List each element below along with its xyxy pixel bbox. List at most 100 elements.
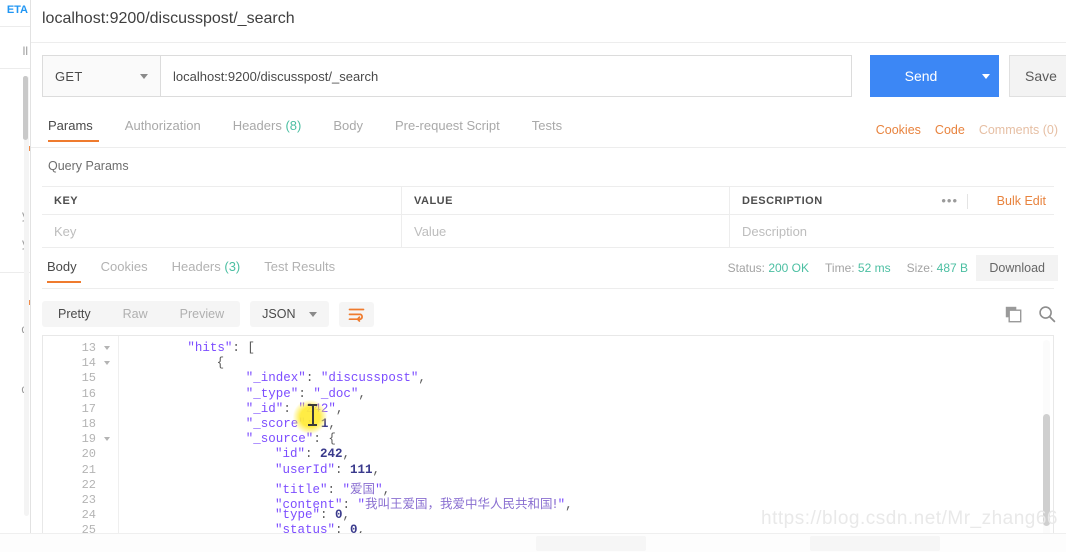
request-title: localhost:9200/discusspost/_search (42, 10, 295, 27)
language-select[interactable]: JSON (250, 301, 330, 327)
line-number: 20 (81, 447, 96, 462)
sidebar-scroll-track[interactable] (24, 76, 29, 516)
tab-label: Headers (171, 259, 221, 274)
tab-label: Body (47, 259, 77, 274)
http-method-select[interactable]: GET (42, 55, 160, 97)
code-fold-toggle-icon[interactable] (104, 346, 110, 350)
code-line: "_source": { (245, 432, 336, 447)
left-sidebar-strip: ETA ll r y y q q (0, 0, 31, 552)
request-action-links: Cookies Code Comments (0) (876, 123, 1058, 137)
save-button[interactable]: Save (1009, 55, 1066, 97)
line-number-gutter: 13 14 15 16 17 18 19 20 21 22 23 24 25 (43, 336, 119, 545)
size-label: Size: (906, 261, 934, 275)
sidebar-divider (0, 68, 30, 69)
line-number: 19 (81, 432, 96, 447)
code-line: "_id": "242", (245, 401, 344, 416)
time-value: 52 ms (857, 261, 891, 275)
tab-body[interactable]: Body (317, 118, 379, 142)
tab-label: Cookies (100, 259, 148, 274)
status-bar-chip[interactable] (536, 536, 646, 551)
sidebar-fragment-all: ll (22, 44, 28, 58)
line-number: 22 (81, 477, 96, 492)
url-input[interactable]: localhost:9200/discusspost/_search (160, 55, 852, 97)
column-header-value: VALUE (414, 194, 453, 207)
request-response-pane: localhost:9200/discusspost/_search GET l… (31, 0, 1066, 552)
value-input-placeholder[interactable]: Value (414, 224, 446, 239)
line-number: 23 (81, 493, 96, 507)
status-bar (0, 533, 1066, 552)
tab-label: Params (48, 118, 93, 133)
description-input-placeholder[interactable]: Description (742, 224, 807, 239)
status-bar-chip[interactable] (810, 536, 940, 551)
tab-headers[interactable]: Headers (8) (217, 118, 318, 142)
send-button[interactable]: Send (870, 55, 972, 97)
view-mode-raw[interactable]: Raw (107, 301, 164, 327)
line-number: 17 (81, 401, 96, 416)
tab-params[interactable]: Params (42, 118, 109, 142)
status-label: Status: (727, 261, 765, 275)
line-number: 16 (81, 386, 96, 401)
comments-link[interactable]: Comments (0) (979, 123, 1058, 137)
code-line: "_type": "_doc", (245, 386, 366, 401)
code-scrollbar-thumb[interactable] (1043, 414, 1050, 526)
body-tools (1005, 305, 1056, 323)
view-mode-pretty[interactable]: Pretty (42, 301, 107, 327)
code-line: "userId": 111, (275, 462, 381, 477)
line-number: 24 (81, 508, 96, 523)
divider (967, 194, 968, 209)
line-number: 13 (81, 341, 96, 355)
size-metric: Size: 487 B (907, 261, 968, 275)
send-options-button[interactable] (972, 55, 999, 97)
code-link[interactable]: Code (935, 123, 965, 137)
tab-label: Body (333, 118, 363, 133)
code-line: "id": 242, (275, 447, 351, 462)
size-value: 487 B (936, 261, 968, 275)
time-label: Time: (825, 261, 855, 275)
tab-label: Tests (531, 118, 563, 133)
search-icon[interactable] (1038, 305, 1056, 323)
code-fold-toggle-icon[interactable] (104, 437, 110, 442)
tab-count: (8) (285, 118, 302, 133)
response-body-toolbar: Pretty Raw Preview JSON (42, 301, 375, 327)
copy-icon[interactable] (1005, 306, 1022, 323)
cookies-link[interactable]: Cookies (876, 123, 921, 137)
download-button[interactable]: Download (976, 255, 1058, 281)
params-table-row: Key Value Description (42, 215, 1054, 248)
view-mode-preview[interactable]: Preview (164, 301, 240, 327)
sidebar-scroll-thumb[interactable] (23, 76, 28, 140)
tab-pre-request-script[interactable]: Pre-request Script (379, 118, 516, 142)
response-tab-headers[interactable]: Headers (3) (160, 259, 253, 283)
response-meta: Status: 200 OK Time: 52 ms Size: 487 B (728, 261, 968, 275)
code-line: "hits": [ (187, 341, 255, 355)
params-more-options-icon[interactable]: ••• (941, 187, 958, 214)
title-divider (31, 42, 1066, 43)
response-tab-body[interactable]: Body (42, 259, 89, 283)
status-metric: Status: 200 OK (728, 261, 809, 275)
code-line: "_index": "discusspost", (245, 371, 426, 386)
view-mode-group: Pretty Raw Preview (42, 301, 241, 327)
query-params-label: Query Params (48, 159, 129, 173)
code-line: "type": 0, (275, 508, 351, 523)
wrap-lines-icon (349, 308, 365, 322)
line-number: 14 (81, 356, 96, 371)
wrap-lines-button[interactable] (339, 301, 375, 327)
time-metric: Time: 52 ms (825, 261, 891, 275)
line-number: 15 (81, 371, 96, 386)
response-tab-test-results[interactable]: Test Results (252, 259, 347, 283)
sidebar-divider (0, 26, 30, 27)
tab-authorization[interactable]: Authorization (109, 118, 217, 142)
params-table-header: KEY VALUE DESCRIPTION ••• Bulk Edit (42, 186, 1054, 215)
request-tab-bar: Params Authorization Headers (8) Body Pr… (42, 118, 578, 142)
key-input-placeholder[interactable]: Key (54, 224, 76, 239)
response-body-code[interactable]: 13 14 15 16 17 18 19 20 21 22 23 24 25 "hits": [{ "_i… (42, 335, 1054, 545)
tab-tests[interactable]: Tests (516, 118, 578, 142)
tab-label: Authorization (124, 118, 201, 133)
language-label: JSON (262, 307, 296, 321)
code-fold-toggle-icon[interactable] (104, 361, 110, 366)
bulk-edit-button[interactable]: Bulk Edit (997, 187, 1046, 214)
tab-label: Headers (232, 118, 282, 133)
column-header-key: KEY (54, 194, 79, 207)
response-tabs-divider (42, 288, 1054, 289)
code-line: { (216, 356, 225, 371)
response-tab-cookies[interactable]: Cookies (89, 259, 160, 283)
